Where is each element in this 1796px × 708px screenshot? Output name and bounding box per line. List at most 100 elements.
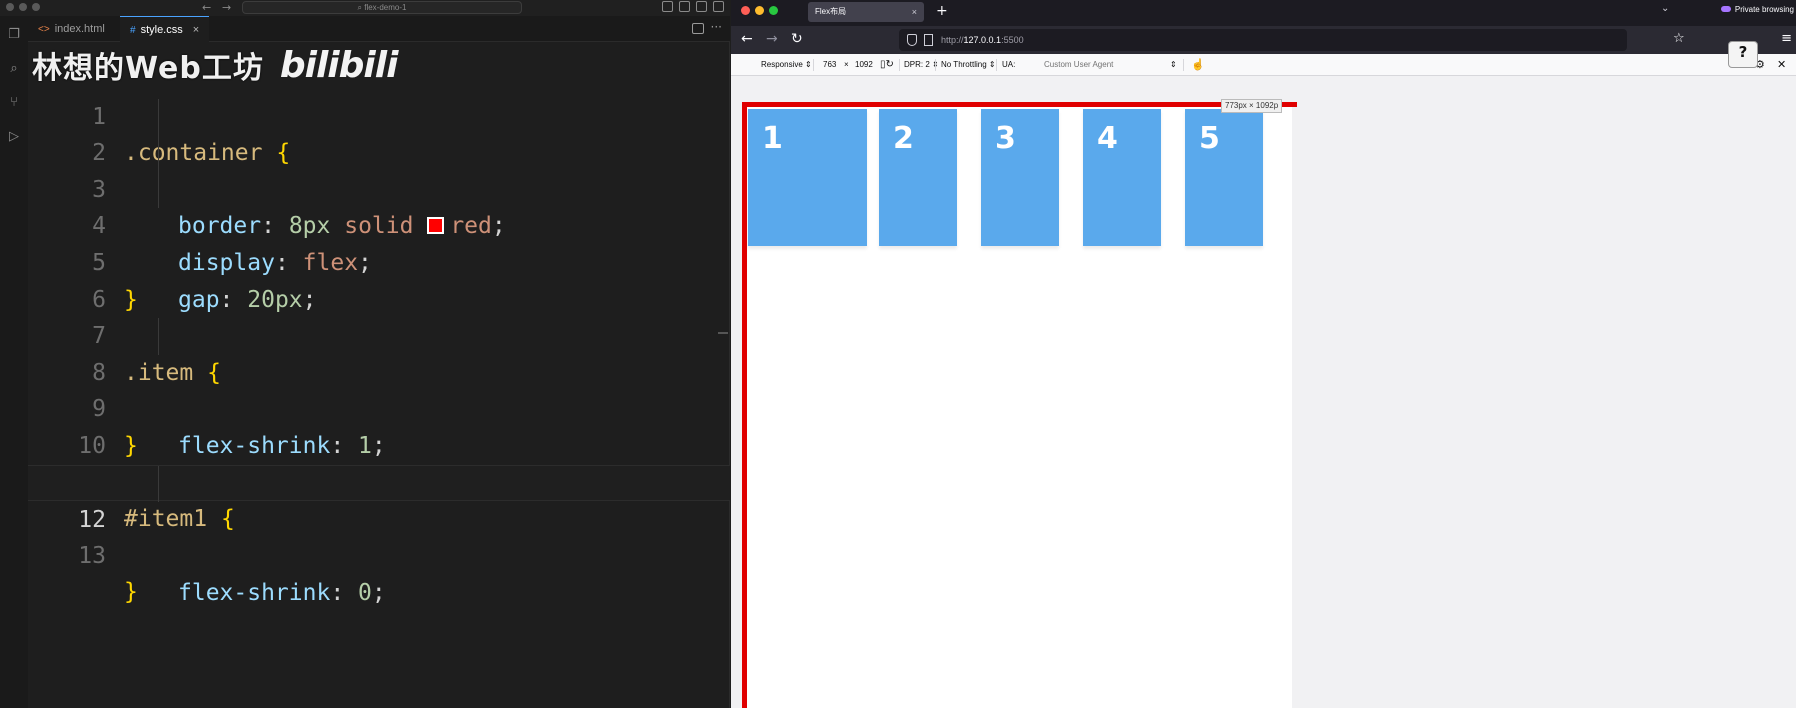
window-zoom-dot[interactable]	[32, 3, 40, 11]
code-line[interactable]: 7 .item {	[28, 282, 730, 386]
user-agent-placeholder: Custom User Agent	[1044, 60, 1114, 69]
brace: }	[124, 579, 138, 606]
browser-tab[interactable]: Flex布局 ×	[808, 2, 924, 22]
bookmark-star-icon[interactable]: ☆	[1673, 31, 1685, 46]
layout-customize-icon[interactable]	[662, 1, 673, 12]
activity-bar: ❐ ⌕ ⑂ ▷	[0, 16, 28, 708]
layout-controls	[662, 1, 724, 12]
page-info-icon[interactable]	[924, 34, 933, 46]
device-selector[interactable]: Responsive ⇕	[761, 54, 812, 76]
flex-item-2: 2	[879, 109, 957, 246]
forward-button[interactable]: →	[766, 30, 778, 48]
window-close-dot[interactable]	[741, 6, 750, 15]
close-icon[interactable]: ×	[193, 24, 199, 36]
code-line[interactable]: 5 }	[28, 208, 730, 313]
code-area[interactable]: 1 .container { 2 border: 8px solid red; …	[28, 62, 730, 606]
window-minimize-dot[interactable]	[19, 3, 27, 11]
back-arrow-icon[interactable]: ←	[202, 1, 211, 14]
code-line[interactable]: 6	[28, 245, 730, 313]
new-tab-button[interactable]: +	[936, 3, 948, 19]
sash-handle[interactable]	[718, 332, 728, 334]
flex-item-1: 1	[748, 109, 867, 246]
tab-style-css[interactable]: # style.css ×	[120, 16, 210, 42]
tab-label: index.html	[54, 23, 105, 35]
indent-guide	[158, 98, 159, 136]
throttling-label: No Throttling	[941, 60, 987, 69]
viewport-width-input[interactable]: 763	[823, 54, 836, 76]
split-editor-icon[interactable]	[692, 23, 704, 34]
touch-simulation-icon[interactable]: ☝	[1191, 54, 1205, 76]
colon: :	[330, 580, 345, 607]
tab-index-html[interactable]: <> index.html	[28, 16, 115, 42]
divider	[996, 59, 997, 71]
code-line[interactable]: 4 gap: 20px;	[28, 171, 730, 313]
reload-button[interactable]: ↻	[791, 30, 803, 48]
url-bar[interactable]: http://127.0.0.1:5500	[899, 29, 1627, 51]
toggle-panel-icon[interactable]	[696, 1, 707, 12]
back-button[interactable]: ←	[741, 30, 753, 48]
dpr-label: DPR: 2	[904, 60, 930, 69]
tracking-shield-icon[interactable]	[907, 34, 917, 46]
url-port: :5500	[1001, 35, 1024, 45]
forward-arrow-icon[interactable]: →	[222, 1, 231, 14]
code-line[interactable]: 8 flex-shrink: 1;	[28, 318, 730, 459]
close-rdm-icon[interactable]: ✕	[1777, 54, 1786, 76]
divider	[935, 59, 936, 71]
flex-item-label: 5	[1199, 121, 1220, 156]
indent-guide	[158, 465, 159, 503]
viewport-height-input[interactable]: 1092	[855, 54, 873, 76]
flex-item-label: 1	[762, 121, 783, 156]
code-line[interactable]: 2 border: 8px solid red;	[28, 98, 730, 239]
code-line[interactable]: 13 }	[28, 501, 730, 606]
search-icon[interactable]: ⌕	[7, 62, 21, 76]
ua-dropdown-chevron-icon[interactable]: ⇕	[1170, 54, 1177, 76]
divider	[899, 59, 900, 71]
browser-tab-title: Flex布局	[815, 7, 847, 16]
toggle-sidebar-icon[interactable]	[679, 1, 690, 12]
help-badge: ?	[1728, 41, 1758, 68]
simulated-viewport: 773px × 1092p 1 2 3 4 5	[731, 77, 1796, 708]
indent-guide	[158, 135, 159, 172]
rotate-viewport-icon[interactable]: ▯↻	[880, 54, 894, 76]
url-host: 127.0.0.1	[963, 35, 1002, 45]
current-code-line[interactable]: 12 flex-shrink: 0;	[28, 464, 730, 606]
toggle-secondary-sidebar-icon[interactable]	[713, 1, 724, 12]
editor-title-bar: ← → ⌕ flex-demo-1	[0, 0, 730, 16]
css-number: 0	[358, 580, 372, 607]
code-line[interactable]: 11 #item1 {	[28, 428, 730, 533]
more-actions-icon[interactable]: ···	[711, 20, 722, 34]
channel-watermark: 林想的Web工坊 bilibili	[32, 42, 399, 88]
flex-item-3: 3	[981, 109, 1059, 246]
command-center-search[interactable]: ⌕ flex-demo-1	[242, 1, 522, 14]
close-icon[interactable]: ×	[912, 2, 917, 22]
run-debug-icon[interactable]: ▷	[7, 130, 21, 144]
line-number: 13	[78, 542, 106, 569]
bilibili-logo: bilibili	[279, 44, 399, 86]
ua-label: UA:	[1002, 60, 1016, 69]
code-line[interactable]: 9 }	[28, 355, 730, 459]
flex-item-5: 5	[1185, 109, 1263, 246]
window-minimize-dot[interactable]	[755, 6, 764, 15]
list-tabs-chevron-icon[interactable]: ⌄	[1661, 3, 1669, 14]
throttling-selector[interactable]: No Throttling ⇕	[941, 54, 996, 76]
source-control-icon[interactable]: ⑂	[7, 96, 21, 110]
indent-guide	[158, 318, 159, 355]
html-file-icon: <>	[38, 24, 50, 35]
code-line[interactable]: 3 display: flex;	[28, 135, 730, 276]
responsive-design-toolbar: Responsive ⇕ 763 × 1092 ▯↻ DPR: 2 ⇕ No T…	[731, 54, 1796, 76]
window-zoom-dot[interactable]	[769, 6, 778, 15]
browser-window: Flex布局 × + ⌄ Private browsing ← → ↻ http…	[731, 0, 1796, 708]
url-text: http://127.0.0.1:5500	[941, 29, 1024, 51]
window-close-dot[interactable]	[6, 3, 14, 11]
menu-hamburger-icon[interactable]: ≡	[1781, 31, 1792, 46]
screen: { "editor": { "command_center": "flex-de…	[0, 0, 1796, 708]
divider	[1183, 59, 1184, 71]
browser-nav-bar: ← → ↻ http://127.0.0.1:5500 ☆ ≡	[731, 26, 1796, 54]
code-editor: ← → ⌕ flex-demo-1 ❐ ⌕ ⑂ ▷ <> index.html	[0, 0, 730, 708]
indent-guide	[158, 171, 159, 209]
code-line[interactable]: 10	[28, 391, 730, 459]
flex-item-label: 3	[995, 121, 1016, 156]
explorer-files-icon[interactable]: ❐	[7, 28, 21, 42]
css-file-icon: #	[130, 25, 136, 36]
dpr-selector[interactable]: DPR: 2 ⇕	[904, 54, 939, 76]
